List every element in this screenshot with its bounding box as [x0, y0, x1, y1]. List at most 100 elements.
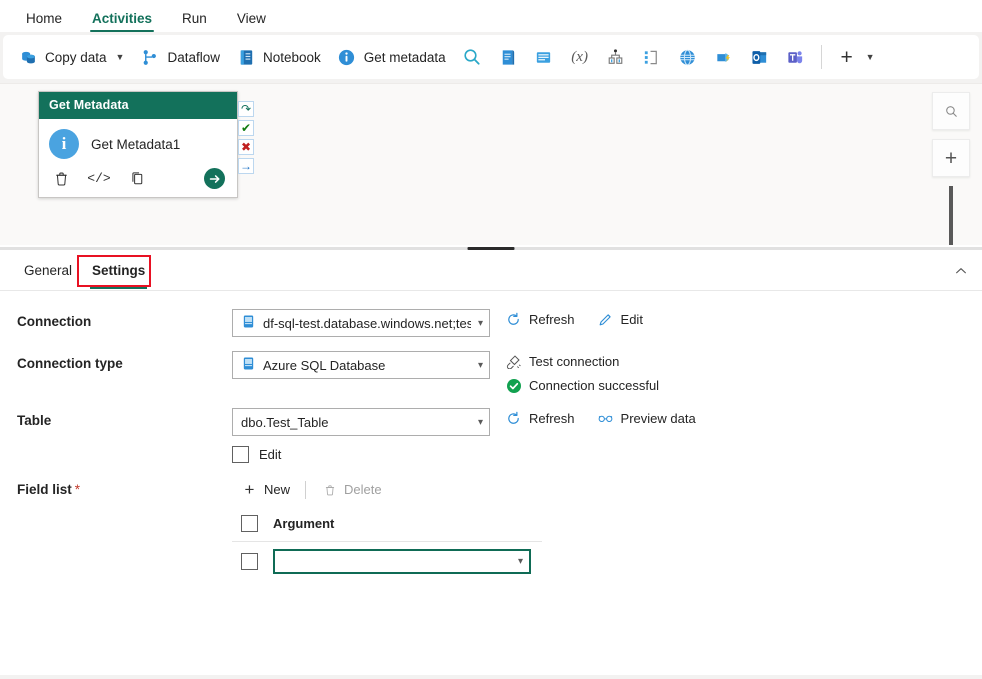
add-activity-button[interactable]: + ▼: [830, 42, 882, 72]
pipeline-canvas[interactable]: Get Metadata i Get Metadata1: [0, 83, 982, 245]
connection-dropdown[interactable]: df-sql-test.database.windows.net;tes.. ▾: [232, 309, 490, 337]
activity-card-body: i Get Metadata1 </>: [39, 119, 237, 197]
delete-field-label: Delete: [344, 482, 382, 497]
connection-action-row: Refresh Edit: [505, 311, 643, 328]
delete-field-button[interactable]: Delete: [312, 477, 391, 502]
activity-card-get-metadata[interactable]: Get Metadata i Get Metadata1: [38, 91, 238, 198]
outlook-icon: [750, 47, 770, 67]
field-list-header-row: Argument: [232, 508, 542, 542]
test-connection-button[interactable]: Test connection: [505, 353, 659, 370]
ribbon-tab-view[interactable]: View: [223, 7, 280, 32]
table-edit-checkbox[interactable]: [232, 446, 249, 463]
settings-form: Connection df-sql-test.database.windows.…: [0, 291, 982, 574]
activity-identity: i Get Metadata1: [49, 129, 227, 159]
notebook-icon: [236, 47, 256, 67]
teams-button[interactable]: [779, 42, 813, 72]
switch-icon: [606, 47, 626, 67]
table-value: dbo.Test_Table: [241, 415, 471, 430]
ribbon-tab-run[interactable]: Run: [168, 7, 221, 32]
chevron-up-icon[interactable]: [954, 264, 968, 278]
zoom-slider-track[interactable]: [949, 186, 953, 245]
notebook-button[interactable]: Notebook: [229, 42, 328, 72]
table-refresh-label: Refresh: [529, 411, 575, 426]
on-skip-icon[interactable]: ↷: [238, 101, 254, 117]
new-field-label: New: [264, 482, 290, 497]
chevron-down-icon[interactable]: ▼: [866, 52, 875, 62]
notebook-label: Notebook: [263, 50, 321, 65]
chevron-down-icon[interactable]: ▾: [478, 318, 483, 329]
on-failure-icon[interactable]: ✖: [238, 139, 254, 155]
zoom-search-icon[interactable]: [932, 92, 970, 130]
test-connection-icon: [505, 353, 522, 370]
tab-general[interactable]: General: [14, 253, 82, 289]
connection-type-label: Connection type: [0, 351, 232, 371]
web-activity-button[interactable]: [671, 42, 705, 72]
plus-icon: +: [837, 47, 857, 67]
switch-button[interactable]: [599, 42, 633, 72]
set-variable-button[interactable]: (x): [563, 42, 597, 72]
chevron-down-icon[interactable]: ▾: [478, 360, 483, 371]
azure-function-button[interactable]: [707, 42, 741, 72]
pencil-icon: [597, 311, 614, 328]
delete-icon[interactable]: [51, 169, 71, 189]
fabric-pipeline-app: Home Activities Run View Copy data ▼: [0, 0, 982, 679]
connection-edit-label: Edit: [621, 312, 643, 327]
connection-refresh-button[interactable]: Refresh: [505, 311, 575, 328]
teams-icon: [786, 47, 806, 67]
run-activity-button[interactable]: [204, 168, 225, 189]
chevron-down-icon[interactable]: ▾: [518, 556, 523, 567]
lookup-icon: [462, 47, 482, 67]
table-refresh-button[interactable]: Refresh: [505, 410, 575, 427]
splitter-grip[interactable]: [468, 247, 515, 250]
get-metadata-button[interactable]: Get metadata: [330, 42, 453, 72]
tab-settings[interactable]: Settings: [82, 253, 155, 289]
chevron-down-icon[interactable]: ▾: [478, 417, 483, 428]
table-edit-row: Edit: [232, 446, 490, 463]
success-check-icon: [505, 377, 522, 394]
zoom-in-button[interactable]: +: [932, 139, 970, 177]
connection-type-row: Connection type Azure SQL Database ▾: [0, 351, 982, 394]
table-label: Table: [0, 408, 232, 428]
field-list-toolbar-divider: [305, 481, 306, 499]
row-select-checkbox[interactable]: [241, 553, 258, 570]
code-icon[interactable]: </>: [89, 169, 109, 189]
stored-procedure-icon: [534, 47, 554, 67]
field-list-row: Field list* + New: [0, 477, 982, 574]
new-field-button[interactable]: + New: [232, 477, 299, 502]
copy-data-button[interactable]: Copy data ▼: [11, 42, 131, 72]
until-button[interactable]: [635, 42, 669, 72]
activity-name: Get Metadata1: [91, 137, 180, 152]
plus-icon: +: [241, 481, 258, 498]
table-dropdown[interactable]: dbo.Test_Table ▾: [232, 408, 490, 436]
select-all-checkbox[interactable]: [241, 515, 258, 532]
canvas-zoom-controls: +: [932, 92, 970, 245]
ribbon-tab-home[interactable]: Home: [12, 7, 76, 32]
outlook-button[interactable]: [743, 42, 777, 72]
lookup-button[interactable]: [455, 42, 489, 72]
azure-sql-icon: [241, 314, 256, 332]
connection-edit-button[interactable]: Edit: [597, 311, 643, 328]
field-list-control: + New Delete: [232, 477, 542, 574]
ribbon-tab-bar: Home Activities Run View: [0, 0, 982, 32]
dataflow-button[interactable]: Dataflow: [133, 42, 227, 72]
copy-data-icon: [18, 47, 38, 67]
refresh-icon: [505, 311, 522, 328]
stored-procedure-button[interactable]: [527, 42, 561, 72]
trash-icon: [321, 481, 338, 498]
argument-value-dropdown[interactable]: ▾: [273, 549, 531, 574]
on-success-icon[interactable]: ✔: [238, 120, 254, 136]
on-completion-icon[interactable]: →: [238, 158, 254, 174]
preview-data-button[interactable]: Preview data: [597, 410, 696, 427]
azure-sql-icon: [241, 356, 256, 374]
connection-type-dropdown[interactable]: Azure SQL Database ▾: [232, 351, 490, 379]
chevron-down-icon[interactable]: ▼: [116, 52, 125, 62]
clone-icon[interactable]: [127, 169, 147, 189]
argument-column-header: Argument: [273, 516, 334, 531]
field-list-label-text: Field list: [17, 482, 72, 497]
connection-refresh-label: Refresh: [529, 312, 575, 327]
ribbon-tab-activities[interactable]: Activities: [78, 7, 166, 32]
copy-data-label: Copy data: [45, 50, 107, 65]
script-activity-button[interactable]: [491, 42, 525, 72]
azure-function-icon: [714, 47, 734, 67]
connection-type-actions: Test connection Connection successful: [505, 351, 659, 394]
